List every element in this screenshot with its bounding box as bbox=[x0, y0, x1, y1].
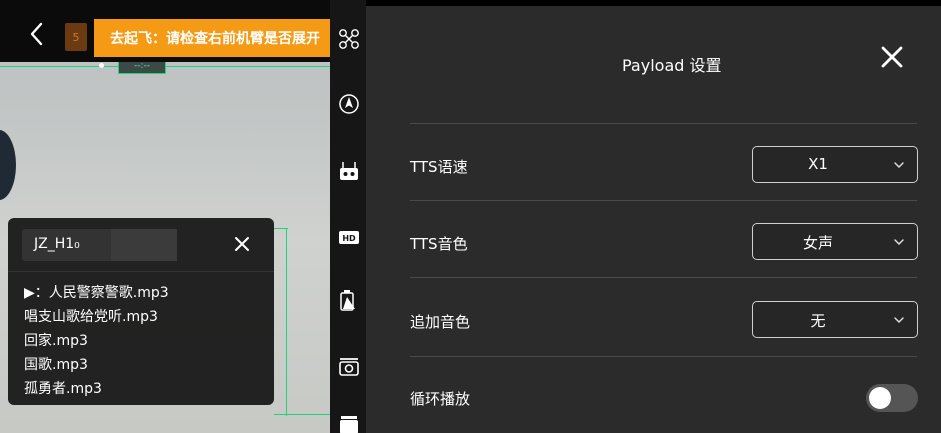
append-voice-value: 无 bbox=[810, 312, 826, 330]
settings-header: Payload 设置 bbox=[366, 6, 941, 116]
tts-voice-select[interactable]: 女声 bbox=[752, 223, 918, 260]
remote-controller-icon[interactable] bbox=[338, 160, 360, 182]
divider bbox=[410, 356, 917, 357]
divider bbox=[410, 277, 917, 278]
warning-banner[interactable]: 去起飞：请检查右前机臂是否展开 bbox=[94, 19, 330, 57]
playlist-header: JZ_H1₀ bbox=[8, 218, 274, 272]
append-voice-label: 追加音色 bbox=[410, 313, 471, 331]
audio-playlist-panel: JZ_H1₀ ▶：人民警察警歌.mp3 唱支山歌给党听.mp3 回家.mp3 国… bbox=[8, 218, 274, 405]
warning-text: 去起飞：请检查右前机臂是否展开 bbox=[110, 31, 320, 47]
tts-speed-label: TTS语速 bbox=[410, 158, 468, 176]
compass-icon[interactable] bbox=[338, 93, 360, 115]
status-badge: 5 bbox=[65, 23, 87, 51]
tts-voice-label: TTS音色 bbox=[410, 235, 468, 253]
battery-icon[interactable] bbox=[338, 289, 360, 311]
chevron-down-icon bbox=[894, 317, 904, 324]
payload-icon[interactable] bbox=[338, 414, 360, 433]
playlist-close-button[interactable] bbox=[232, 234, 252, 254]
close-icon bbox=[881, 46, 903, 68]
hd-icon[interactable]: HD bbox=[338, 226, 360, 248]
loop-play-toggle[interactable] bbox=[866, 384, 918, 412]
camera-icon[interactable] bbox=[338, 355, 360, 377]
svg-text:HD: HD bbox=[342, 234, 356, 243]
drone-icon[interactable] bbox=[338, 28, 360, 50]
settings-close-button[interactable] bbox=[880, 44, 904, 70]
toggle-knob bbox=[869, 387, 891, 409]
tts-speed-value: X1 bbox=[808, 155, 828, 173]
side-toolbar: HD bbox=[330, 0, 366, 433]
page-title: Payload 设置 bbox=[622, 56, 722, 75]
device-tag: JZ_H1₀ bbox=[22, 229, 177, 261]
playlist-item[interactable]: 回家.mp3 bbox=[24, 329, 274, 353]
guide-line bbox=[274, 414, 330, 415]
back-button[interactable] bbox=[26, 20, 48, 48]
playlist-item[interactable]: ▶：人民警察警歌.mp3 bbox=[24, 281, 274, 305]
payload-settings-panel: Payload 设置 TTS语速 X1 TTS音色 女声 追加音色 无 循环播放 bbox=[366, 6, 941, 433]
chevron-left-icon bbox=[30, 22, 43, 46]
playlist-item[interactable]: 国歌.mp3 bbox=[24, 353, 274, 377]
playlist-items: ▶：人民警察警歌.mp3 唱支山歌给党听.mp3 回家.mp3 国歌.mp3 孤… bbox=[8, 272, 274, 401]
chevron-down-icon bbox=[894, 162, 904, 169]
camera-feed: --:-- 5 去起飞：请检查右前机臂是否展开 JZ_H1₀ ▶：人民警察警歌.… bbox=[0, 0, 330, 433]
divider bbox=[410, 123, 917, 124]
loop-play-label: 循环播放 bbox=[410, 390, 471, 408]
guide-line bbox=[274, 228, 288, 229]
append-voice-select[interactable]: 无 bbox=[752, 301, 918, 338]
gimbal-dot bbox=[99, 63, 104, 68]
playlist-item[interactable]: 孤勇者.mp3 bbox=[24, 377, 274, 401]
device-tag-text: JZ_H1₀ bbox=[34, 236, 80, 252]
feed-object bbox=[0, 130, 16, 200]
chevron-down-icon bbox=[894, 239, 904, 246]
tts-voice-value: 女声 bbox=[802, 234, 833, 252]
divider bbox=[410, 200, 917, 201]
close-icon bbox=[235, 237, 249, 251]
tts-speed-select[interactable]: X1 bbox=[752, 146, 918, 183]
playlist-item[interactable]: 唱支山歌给党听.mp3 bbox=[24, 305, 274, 329]
guide-line bbox=[286, 228, 287, 416]
top-bar: 5 去起飞：请检查右前机臂是否展开 bbox=[0, 0, 330, 62]
